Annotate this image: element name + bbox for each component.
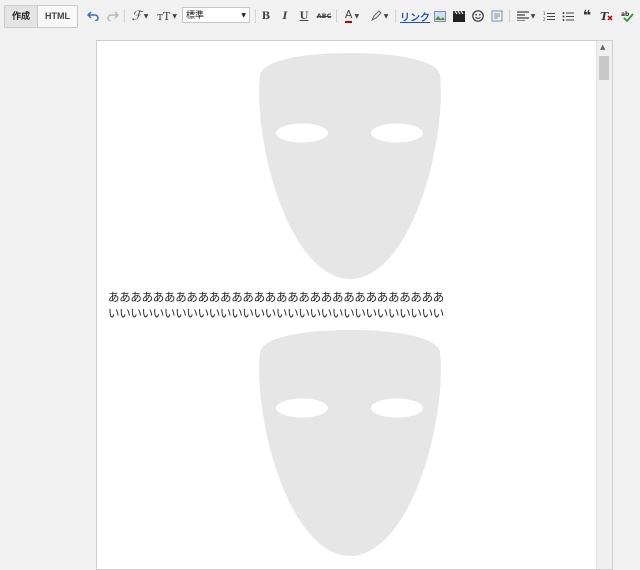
align-left-icon	[516, 11, 529, 21]
redo-icon[interactable]	[106, 7, 120, 25]
scroll-up-arrow-icon[interactable]: ▲	[600, 43, 605, 51]
vertical-scrollbar[interactable]: ▲	[596, 41, 612, 569]
format-select[interactable]: 標準 ▼	[182, 7, 250, 23]
mask-eye-right	[371, 398, 423, 418]
underline-button[interactable]: U	[298, 7, 310, 25]
image-icon[interactable]	[433, 7, 447, 25]
toolbar-separator	[395, 9, 396, 23]
quote-icon[interactable]: ❝	[580, 7, 594, 25]
mask-shape	[259, 53, 441, 279]
bold-button[interactable]: B	[260, 7, 272, 25]
toolbar-separator	[124, 9, 125, 23]
chevron-down-icon: ▼	[241, 12, 246, 19]
mode-tabs: 作成 HTML	[4, 5, 79, 28]
chevron-down-icon: ▼	[172, 12, 178, 20]
font-family-icon: ℱ	[131, 8, 142, 24]
paragraph-line-2: いいいいいいいいいいいいいいいいいいいいいいいいいいいいいい	[108, 306, 444, 320]
toolbar-separator	[336, 9, 337, 23]
paragraph-line-1: ああああああああああああああああああああああああああああああ	[108, 290, 444, 304]
tab-html[interactable]: HTML	[38, 6, 78, 27]
spellcheck-icon[interactable]: ab	[621, 7, 635, 25]
highlight-color-button[interactable]: ▼	[368, 7, 390, 25]
mask-image	[259, 330, 441, 556]
svg-text:1: 1	[543, 11, 546, 16]
font-size-button[interactable]: тT ▼	[156, 7, 178, 25]
chevron-down-icon: ▼	[530, 12, 536, 20]
strikethrough-button[interactable]: ABC	[316, 7, 332, 25]
chevron-down-icon: ▼	[143, 12, 149, 20]
tab-compose[interactable]: 作成	[5, 6, 39, 27]
chevron-down-icon: ▼	[383, 12, 389, 20]
toolbar-separator	[509, 9, 510, 23]
text-color-icon: A	[344, 8, 353, 23]
editor-area[interactable]: ああああああああああああああああああああああああああああああ いいいいいいいいい…	[96, 40, 613, 570]
jump-break-icon[interactable]	[490, 7, 504, 25]
italic-button[interactable]: I	[279, 7, 291, 25]
font-size-icon: тT	[156, 9, 171, 23]
remove-formatting-icon[interactable]: T	[599, 7, 615, 25]
video-icon[interactable]	[452, 7, 466, 25]
editor-toolbar: 作成 HTML ℱ ▼ тT ▼ 標準 ▼ B I U ABC A ▼ ▼ リンク	[0, 0, 640, 32]
align-button[interactable]: ▼	[515, 7, 537, 25]
format-select-value: 標準	[186, 11, 205, 21]
mask-shape	[259, 330, 441, 556]
bulleted-list-icon[interactable]	[561, 7, 575, 25]
chevron-down-icon: ▼	[354, 12, 360, 20]
toolbar-separator	[255, 9, 256, 23]
scroll-thumb[interactable]	[599, 56, 609, 80]
text-color-button[interactable]: A ▼	[341, 7, 363, 25]
numbered-list-icon[interactable]: 12	[542, 7, 556, 25]
mask-eye-right	[371, 123, 423, 143]
svg-text:2: 2	[543, 17, 546, 22]
undo-icon[interactable]	[86, 7, 100, 25]
svg-text:ab: ab	[621, 11, 630, 18]
link-button[interactable]: リンク	[400, 7, 430, 25]
font-family-button[interactable]: ℱ ▼	[130, 7, 150, 25]
mask-image	[259, 53, 441, 279]
highlighter-icon	[370, 10, 382, 22]
emoji-icon[interactable]	[471, 7, 485, 25]
svg-text:T: T	[600, 10, 609, 22]
mask-eye-left	[276, 398, 328, 418]
mask-eye-left	[276, 123, 328, 143]
